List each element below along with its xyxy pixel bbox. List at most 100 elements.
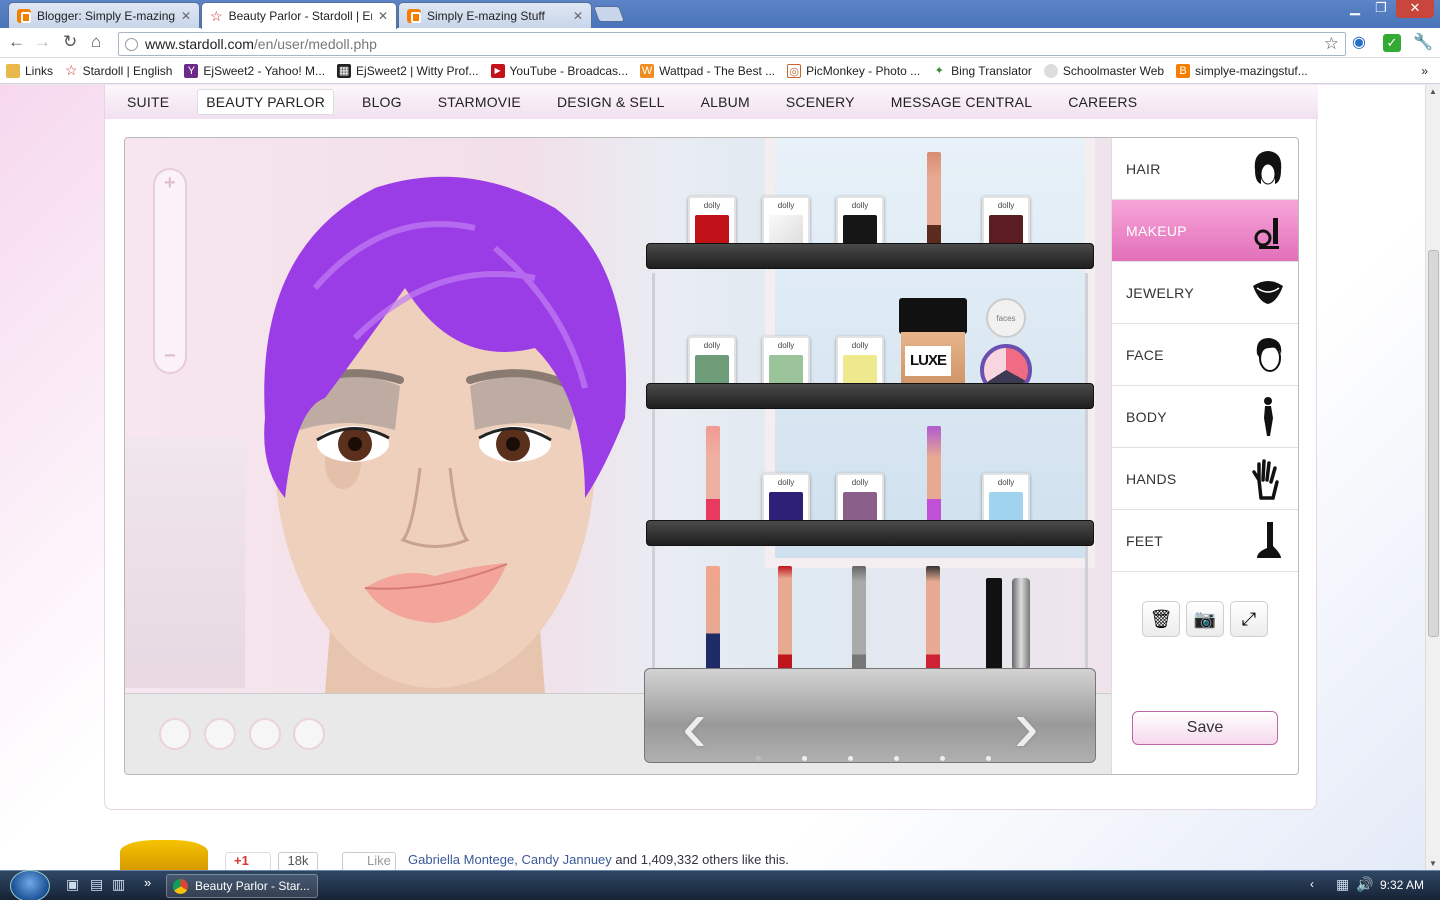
new-tab-button[interactable]	[593, 6, 625, 22]
page-dot[interactable]	[848, 756, 853, 761]
quick-launch-overflow-icon[interactable]: »	[144, 875, 151, 890]
show-desktop-icon[interactable]: ▣	[66, 876, 79, 893]
extension-check-icon[interactable]: ✓	[1383, 34, 1401, 52]
start-button[interactable]	[10, 870, 50, 900]
preset-button[interactable]	[293, 718, 325, 750]
category-face[interactable]: FACE	[1112, 324, 1298, 386]
rose-eyeliner-pencil[interactable]	[926, 566, 940, 670]
luxe-mascara[interactable]	[986, 578, 1002, 670]
close-icon[interactable]: ✕	[573, 9, 583, 23]
bookmark-star-icon[interactable]: ☆	[1324, 33, 1339, 55]
taskbar-chrome-window[interactable]: Beauty Parlor - Star...	[166, 874, 318, 898]
preset-button[interactable]	[159, 718, 191, 750]
network-icon[interactable]: ▦	[1336, 876, 1349, 893]
scroll-up-icon[interactable]: ▲	[1429, 87, 1437, 96]
nav-beauty-parlor[interactable]: BEAUTY PARLOR	[197, 89, 335, 115]
red-lip-pencil[interactable]	[778, 566, 792, 670]
page-info-icon[interactable]	[125, 38, 138, 51]
navy-eyeliner-pencil[interactable]	[706, 566, 720, 670]
restore-icon[interactable]: ❐	[1370, 0, 1392, 18]
address-bar[interactable]: www.stardoll.com/en/user/medoll.php ☆	[118, 32, 1346, 56]
nav-album[interactable]: ALBUM	[693, 90, 758, 114]
scroll-down-icon[interactable]: ▼	[1429, 859, 1437, 868]
purple-eyeliner-pencil[interactable]	[927, 426, 941, 530]
bookmark-wattpad[interactable]: W Wattpad - The Best ...	[640, 63, 775, 78]
nav-starmovie[interactable]: STARMOVIE	[430, 90, 529, 114]
tab-beauty-parlor[interactable]: ☆ Beauty Parlor - Stardoll | En ✕	[201, 2, 397, 29]
page-dot[interactable]	[756, 756, 761, 761]
tray-expand-icon[interactable]: ‹	[1310, 877, 1314, 891]
nav-careers[interactable]: CAREERS	[1060, 90, 1145, 114]
page-dot[interactable]	[986, 756, 991, 761]
bookmark-stardoll[interactable]: ☆ Stardoll | English	[65, 62, 172, 79]
wrench-icon[interactable]: 🔧	[1413, 34, 1433, 52]
bookmark-simplye-mazing[interactable]: Bsimplye-mazingstuf...	[1176, 63, 1308, 78]
fullscreen-button[interactable]: ⤢	[1230, 601, 1268, 637]
next-page-arrow-icon[interactable]: ›	[1014, 689, 1039, 763]
zoom-in-icon[interactable]: +	[164, 172, 176, 195]
pink-lip-pencil[interactable]	[706, 426, 720, 530]
camera-button[interactable]: 📷	[1186, 601, 1224, 637]
close-icon[interactable]: ✕	[181, 9, 191, 23]
extension-eye-icon[interactable]: ◉	[1352, 34, 1366, 52]
category-body[interactable]: BODY	[1112, 386, 1298, 448]
category-makeup[interactable]: MAKEUP	[1112, 200, 1298, 262]
body-icon	[1264, 397, 1273, 436]
close-icon[interactable]: ✕	[378, 9, 388, 23]
shelf-board	[646, 243, 1094, 269]
bookmark-yahoo[interactable]: Y EjSweet2 - Yahoo! M...	[184, 63, 325, 78]
bookmarks-overflow-icon[interactable]: »	[1421, 64, 1428, 78]
trash-button[interactable]: 🗑	[1142, 601, 1180, 637]
nav-design-and-sell[interactable]: DESIGN & SELL	[549, 90, 673, 114]
page-dot[interactable]	[802, 756, 807, 761]
previous-page-arrow-icon[interactable]: ‹	[682, 689, 707, 763]
forward-arrow-icon[interactable]: →	[34, 33, 51, 51]
doll-face[interactable]	[235, 168, 635, 693]
facebook-like-button[interactable]: Like	[342, 852, 396, 870]
social-bar: +1 18k Like Gabriella Montege, Candy Jan…	[120, 840, 1020, 870]
bookmark-schoolmaster[interactable]: Schoolmaster Web	[1043, 63, 1164, 78]
fullscreen-icon: ⤢	[1241, 608, 1257, 629]
tab-blogger[interactable]: Blogger: Simply E-mazing S ✕	[8, 2, 200, 28]
bookmark-youtube[interactable]: ▶ YouTube - Broadcas...	[490, 63, 628, 78]
reload-icon[interactable]: ↻	[63, 33, 77, 51]
page-dot[interactable]	[894, 756, 899, 761]
brown-eyeliner-pencil[interactable]	[927, 152, 941, 256]
scroll-thumb[interactable]	[1428, 250, 1439, 637]
bookmark-links[interactable]: Links	[6, 63, 53, 78]
page-scrollbar[interactable]: ▲ ▼	[1425, 85, 1440, 870]
preset-button[interactable]	[249, 718, 281, 750]
grey-eyeliner-pencil[interactable]	[852, 566, 866, 670]
explorer-icon[interactable]: ▤	[90, 876, 103, 893]
nav-message-central[interactable]: MESSAGE CENTRAL	[883, 90, 1040, 114]
minimize-icon[interactable]: ▁	[1344, 0, 1366, 18]
back-arrow-icon[interactable]: ←	[8, 33, 25, 51]
nav-blog[interactable]: BLOG	[354, 90, 410, 114]
zoom-slider[interactable]: + −	[153, 168, 187, 374]
bookmark-witty-profiles[interactable]: ▦ EjSweet2 | Witty Prof...	[337, 63, 479, 78]
tab-simply-emazing[interactable]: Simply E-mazing Stuff ✕	[398, 2, 592, 28]
category-jewelry[interactable]: JEWELRY	[1112, 262, 1298, 324]
category-hands[interactable]: HANDS	[1112, 448, 1298, 510]
bookmark-picmonkey[interactable]: ◎ PicMonkey - Photo ...	[787, 63, 920, 78]
dresser-decoration	[125, 438, 245, 688]
friends-like-links[interactable]: Gabriella Montege, Candy Jannuey	[408, 852, 612, 867]
google-plus-one-button[interactable]: +1	[225, 852, 271, 870]
nav-scenery[interactable]: SCENERY	[778, 90, 863, 114]
luxe-foundation[interactable]: LUXE	[899, 298, 967, 396]
faces-compact-lid[interactable]: faces	[986, 298, 1026, 338]
save-button[interactable]: Save	[1132, 711, 1278, 745]
home-icon[interactable]: ⌂	[91, 33, 101, 51]
page-dot[interactable]	[940, 756, 945, 761]
category-hair[interactable]: HAIR	[1112, 138, 1298, 200]
zoom-out-icon[interactable]: −	[164, 345, 176, 368]
close-window-icon[interactable]: ✕	[1396, 0, 1434, 18]
bookmark-bing-translator[interactable]: ✦ Bing Translator	[932, 63, 1032, 78]
clock[interactable]: 9:32 AM	[1380, 878, 1424, 892]
nav-suite[interactable]: SUITE	[119, 90, 177, 114]
preset-button[interactable]	[204, 718, 236, 750]
category-feet[interactable]: FEET	[1112, 510, 1298, 572]
switch-windows-icon[interactable]: ▥	[112, 876, 125, 893]
glitter-lip-gloss[interactable]	[1012, 578, 1030, 670]
volume-icon[interactable]: 🔊	[1356, 876, 1373, 893]
